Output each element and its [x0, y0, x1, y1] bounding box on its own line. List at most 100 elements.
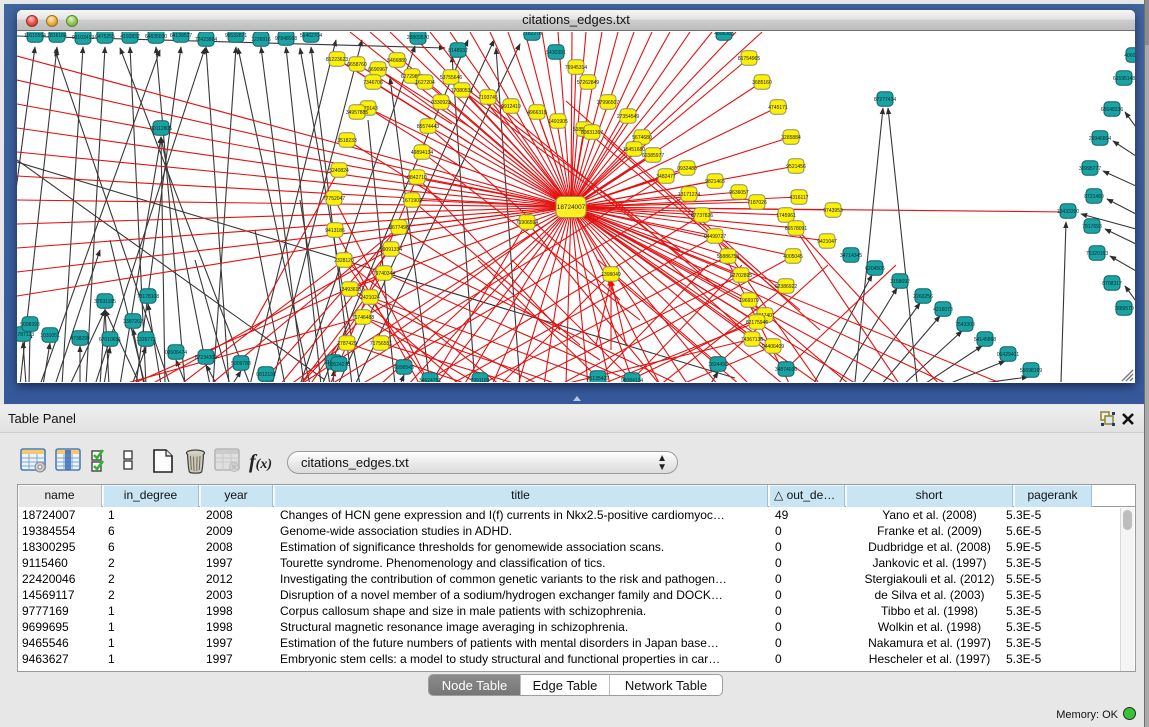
svg-text:17080531: 17080531 — [451, 88, 473, 94]
svg-text:7187026: 7187026 — [747, 200, 767, 206]
svg-text:0330923: 0330923 — [431, 100, 451, 106]
svg-text:5430391: 5430391 — [546, 50, 566, 56]
svg-text:1969379: 1969379 — [739, 298, 759, 304]
svg-text:7543303: 7543303 — [955, 322, 975, 328]
svg-text:61595148: 61595148 — [1113, 76, 1135, 82]
svg-text:1399049: 1399049 — [601, 272, 621, 278]
svg-text:4738299: 4738299 — [70, 336, 90, 342]
svg-text:7182278: 7182278 — [522, 32, 542, 37]
svg-text:3685160: 3685160 — [752, 80, 772, 86]
svg-text:65648236: 65648236 — [1101, 107, 1123, 113]
svg-text:64139537: 64139537 — [170, 33, 192, 39]
svg-text:77752047: 77752047 — [323, 196, 345, 202]
svg-text:34714345: 34714345 — [840, 253, 862, 259]
svg-text:1745961: 1745961 — [776, 213, 796, 219]
svg-text:8721489: 8721489 — [1084, 194, 1104, 200]
svg-text:67010651: 67010651 — [99, 337, 121, 343]
svg-text:67737826: 67737826 — [691, 213, 713, 219]
svg-text:4896383: 4896383 — [714, 32, 734, 37]
svg-text:4192832: 4192832 — [120, 34, 140, 40]
svg-text:02606474: 02606474 — [165, 350, 187, 356]
svg-text:6658760: 6658760 — [347, 62, 367, 68]
svg-text:1491905: 1491905 — [548, 119, 568, 125]
svg-text:73178108: 73178108 — [137, 294, 159, 300]
svg-text:1326773: 1326773 — [136, 337, 156, 343]
svg-text:81223623: 81223623 — [326, 57, 348, 63]
svg-text:4745171: 4745171 — [768, 105, 788, 111]
svg-text:28809570: 28809570 — [407, 35, 429, 41]
svg-text:3387262: 3387262 — [123, 319, 143, 325]
svg-text:5098393: 5098393 — [20, 322, 40, 328]
svg-text:82175946: 82175946 — [746, 320, 768, 326]
svg-text:74367136: 74367136 — [741, 337, 763, 343]
svg-text:4060883: 4060883 — [1124, 53, 1135, 59]
svg-text:54145868: 54145868 — [974, 337, 996, 343]
svg-text:60385977: 60385977 — [642, 153, 664, 159]
svg-text:87277434: 87277434 — [874, 97, 896, 103]
svg-text:81754965: 81754965 — [738, 56, 760, 62]
svg-text:1671902: 1671902 — [402, 198, 422, 204]
svg-text:4316117: 4316117 — [789, 195, 808, 201]
svg-text:36995777: 36995777 — [1079, 166, 1101, 172]
svg-text:25135427: 25135427 — [587, 376, 609, 382]
svg-text:6998543: 6998543 — [394, 365, 414, 371]
svg-text:49894134: 49894134 — [411, 150, 433, 156]
svg-text:1824493: 1824493 — [708, 362, 728, 368]
svg-text:8708317: 8708317 — [1102, 281, 1122, 287]
svg-text:7193745: 7193745 — [478, 95, 498, 101]
svg-text:9821465: 9821465 — [705, 179, 725, 185]
svg-text:86578091: 86578091 — [785, 226, 807, 232]
svg-text:85574443: 85574443 — [417, 124, 439, 130]
svg-text:97848018: 97848018 — [275, 36, 297, 42]
svg-text:3482477: 3482477 — [656, 174, 676, 180]
svg-text:8148932: 8148932 — [448, 48, 468, 54]
svg-text:5466889: 5466889 — [387, 58, 407, 64]
svg-text:7917693: 7917693 — [1082, 224, 1102, 230]
svg-text:37996507: 37996507 — [597, 100, 619, 106]
svg-text:51462704: 51462704 — [300, 33, 322, 39]
svg-text:9636057: 9636057 — [729, 190, 749, 196]
svg-text:80831367: 80831367 — [581, 130, 603, 136]
svg-text:72423884: 72423884 — [195, 37, 217, 43]
svg-text:4216073: 4216073 — [933, 307, 953, 313]
svg-text:2328120: 2328120 — [334, 258, 354, 264]
svg-text:3158692: 3158692 — [890, 279, 910, 285]
svg-text:87234309: 87234309 — [195, 355, 217, 361]
svg-text:5009788: 5009788 — [231, 361, 251, 367]
svg-text:0932480: 0932480 — [677, 166, 697, 172]
svg-text:4966319: 4966319 — [527, 110, 547, 116]
svg-text:71746488: 71746488 — [352, 315, 374, 321]
svg-text:9413186: 9413186 — [325, 228, 345, 234]
svg-text:53755646: 53755646 — [440, 75, 462, 81]
svg-text:98084124: 98084124 — [621, 378, 643, 382]
svg-text:37631165: 37631165 — [94, 299, 116, 305]
svg-text:6690967: 6690967 — [368, 67, 388, 73]
svg-text:13171274: 13171274 — [678, 192, 700, 198]
svg-text:64835030: 64835030 — [145, 34, 167, 40]
svg-text:62702895: 62702895 — [730, 273, 752, 279]
svg-text:7346706: 7346706 — [363, 80, 383, 86]
svg-text:9521456: 9521456 — [786, 164, 806, 170]
svg-text:79740344: 79740344 — [373, 271, 395, 277]
svg-text:99091334: 99091334 — [380, 247, 402, 253]
svg-text:34874016: 34874016 — [775, 367, 797, 373]
svg-text:76945314: 76945314 — [565, 65, 587, 71]
svg-text:00524278: 00524278 — [328, 362, 350, 368]
svg-text:9421047: 9421047 — [817, 239, 837, 245]
svg-text:0842710: 0842710 — [407, 175, 427, 181]
svg-text:9912419: 9912419 — [501, 104, 521, 110]
svg-text:2421024: 2421024 — [360, 295, 380, 301]
svg-text:27354549: 27354549 — [617, 114, 639, 120]
svg-text:13493618: 13493618 — [339, 287, 361, 293]
svg-text:6204505: 6204505 — [865, 266, 885, 272]
svg-text:9743953: 9743953 — [823, 208, 843, 214]
svg-text:29946804: 29946804 — [1089, 136, 1111, 142]
svg-text:34624751: 34624751 — [419, 378, 441, 382]
svg-text:7889579: 7889579 — [1114, 306, 1134, 312]
svg-text:5240824: 5240824 — [329, 168, 349, 174]
svg-text:13433200: 13433200 — [1057, 209, 1079, 215]
svg-text:3518233: 3518233 — [337, 138, 357, 144]
svg-text:2260256: 2260256 — [913, 294, 933, 300]
svg-text:62386922: 62386922 — [775, 284, 797, 290]
svg-text:94406409: 94406409 — [762, 344, 784, 350]
